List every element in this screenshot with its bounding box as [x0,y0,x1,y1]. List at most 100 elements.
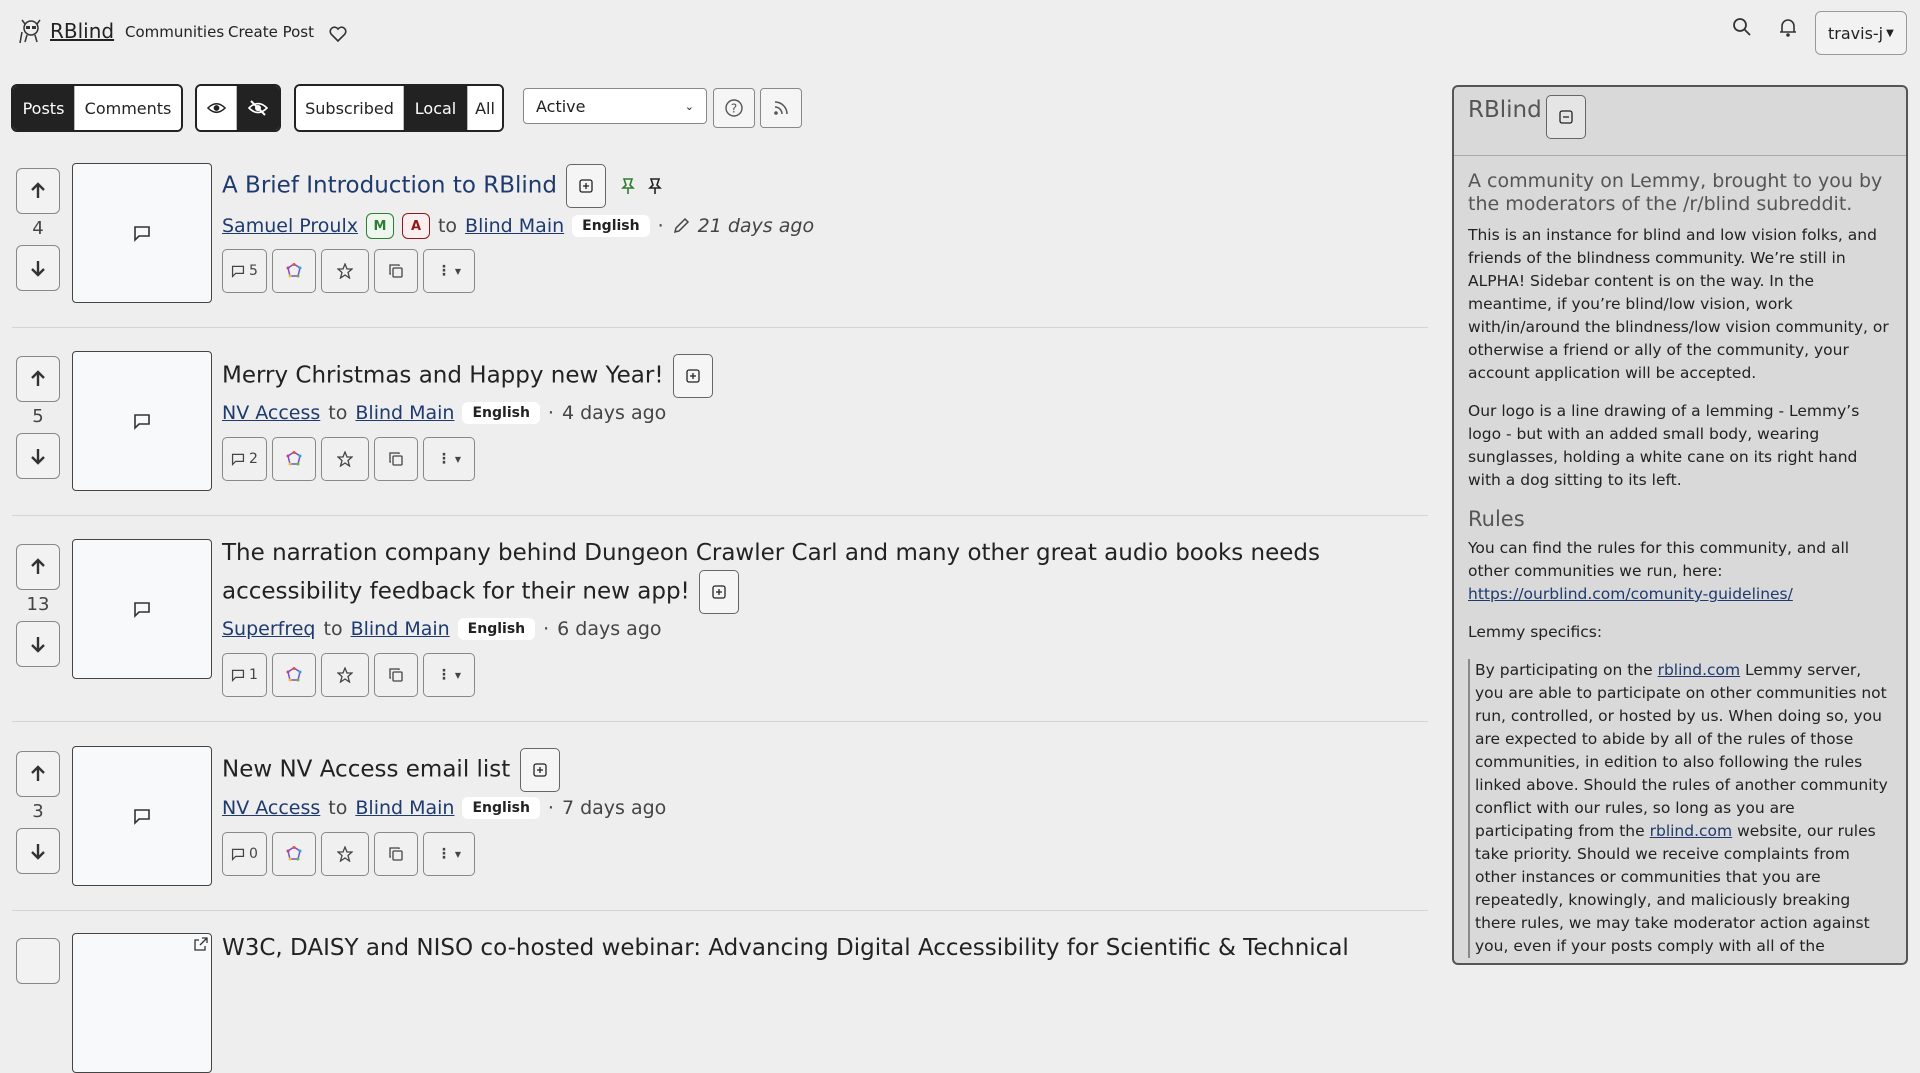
to-label: to [328,797,348,819]
author-link[interactable]: Samuel Proulx [222,215,358,237]
plus-square-icon [579,179,593,193]
rblind-link[interactable]: rblind.com [1658,661,1741,679]
cross-post-button[interactable] [373,832,418,876]
expand-post-button[interactable] [519,748,560,792]
more-options-button[interactable]: ⋮ ▼ [422,249,475,293]
quote-text: website, our rules take priority. Should… [1475,822,1876,955]
post-title-line-1[interactable]: The narration company behind Dungeon Cra… [222,540,1320,566]
upvote-button[interactable] [16,544,60,590]
minus-square-icon [1559,110,1573,124]
arrow-up-icon [31,182,45,198]
nav-create-post-link[interactable]: Create Post [228,23,314,41]
downvote-button[interactable] [16,621,60,667]
rss-button[interactable] [760,88,802,128]
post-thumbnail[interactable] [72,351,212,491]
post-score: 5 [32,406,44,427]
upvote-button[interactable] [16,168,60,214]
post-thumbnail[interactable] [72,539,212,679]
expand-post-button[interactable] [672,354,713,398]
copy-icon [389,847,403,861]
comments-button[interactable]: 0 [222,832,267,876]
user-menu-button[interactable]: travis-j ▼ [1815,11,1907,55]
comments-toggle[interactable]: Comments [75,86,181,130]
expand-post-button[interactable] [699,570,740,614]
upvote-button[interactable] [16,751,60,797]
search-icon[interactable] [1731,16,1753,38]
post-title-line-2[interactable]: accessibility feedback for their new app… [222,579,690,605]
post-title: W3C, DAISY and NISO co-hosted webinar: A… [222,932,1349,965]
post-thumbnail[interactable] [72,746,212,886]
sort-help-button[interactable]: ? [713,88,755,128]
fediverse-button[interactable] [271,437,316,481]
caret-down-icon: ▼ [454,454,461,464]
nav-communities-link[interactable]: Communities [125,23,224,41]
arrow-up-icon [31,370,45,386]
more-vertical-icon: ⋮ [436,263,451,279]
more-options-button[interactable]: ⋮ ▼ [422,653,475,697]
post-thumbnail[interactable] [72,933,212,1073]
more-options-button[interactable]: ⋮ ▼ [422,437,475,481]
comments-button[interactable]: 1 [222,653,267,697]
local-toggle[interactable]: Local [404,86,468,130]
expand-post-button[interactable] [566,164,607,208]
dot-separator: · [547,797,554,819]
plus-square-icon [532,763,547,777]
sort-select[interactable]: Active ⌄ [523,88,707,124]
bell-icon[interactable] [1777,16,1799,38]
fediverse-button[interactable] [271,249,316,293]
save-button[interactable] [320,249,369,293]
upvote-button[interactable] [16,938,60,984]
author-link[interactable]: NV Access [222,402,320,424]
downvote-button[interactable] [16,828,60,874]
save-button[interactable] [320,653,369,697]
comments-button[interactable]: 5 [222,249,267,293]
collapse-sidebar-button[interactable] [1546,95,1586,139]
downvote-button[interactable] [16,433,60,479]
upvote-button[interactable] [16,356,60,402]
community-tagline: A community on Lemmy, brought to you by … [1468,170,1883,215]
fediverse-button[interactable] [271,653,316,697]
all-toggle[interactable]: All [468,86,502,130]
post-thumbnail[interactable] [72,163,212,303]
sidebar-body: A community on Lemmy, brought to you by … [1454,155,1906,958]
subscribed-toggle[interactable]: Subscribed [296,86,404,130]
fediverse-button[interactable] [271,832,316,876]
rules-link[interactable]: https://ourblind.com/comunity-guidelines… [1468,585,1793,603]
save-button[interactable] [320,437,369,481]
post-title-link[interactable]: W3C, DAISY and NISO co-hosted webinar: A… [222,935,1349,961]
author-link[interactable]: NV Access [222,797,320,819]
cross-post-button[interactable] [373,653,418,697]
more-options-button[interactable]: ⋮ ▼ [422,832,475,876]
quote-text: Lemmy server, you are able to participat… [1475,661,1888,840]
posts-toggle[interactable]: Posts [13,86,75,130]
community-link[interactable]: Blind Main [355,402,454,424]
author-link[interactable]: Superfreq [222,618,316,640]
post-title: A Brief Introduction to RBlind [222,164,663,208]
cross-post-button[interactable] [373,437,418,481]
comments-button[interactable]: 2 [222,437,267,481]
rules-heading: Rules [1468,507,1525,531]
comment-icon [134,602,150,618]
star-icon [336,451,353,467]
show-read-button[interactable] [197,86,237,130]
post-title-link[interactable]: A Brief Introduction to RBlind [222,173,557,199]
fediverse-icon [286,846,302,861]
save-button[interactable] [320,832,369,876]
post-title-link[interactable]: Merry Christmas and Happy new Year! [222,363,664,389]
plus-square-icon [712,585,726,599]
hide-read-button[interactable] [237,86,279,130]
brand-link[interactable]: RBlind [18,18,114,44]
heart-icon[interactable] [328,24,348,44]
sort-value: Active [536,96,586,116]
community-link[interactable]: Blind Main [355,797,454,819]
cross-post-button[interactable] [373,249,418,293]
to-label: to [437,215,458,237]
comment-count: 1 [249,667,258,683]
star-icon [336,667,353,683]
arrow-down-icon [31,637,45,653]
downvote-button[interactable] [16,245,60,291]
rblind-link[interactable]: rblind.com [1650,822,1733,840]
community-link[interactable]: Blind Main [465,215,564,237]
post-title-link[interactable]: New NV Access email list [222,757,510,783]
community-link[interactable]: Blind Main [351,618,450,640]
